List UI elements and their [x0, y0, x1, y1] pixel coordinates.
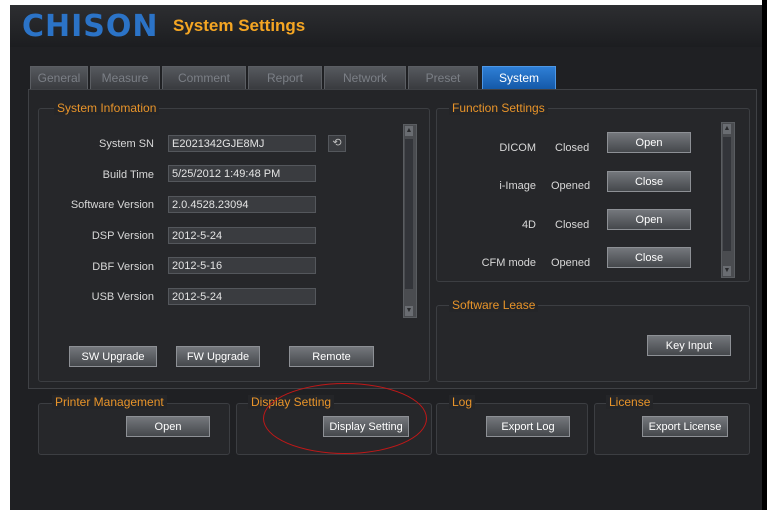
- cfm-mode-status: Opened: [551, 257, 591, 269]
- system-sn-value: E2021342GJE8MJ: [168, 135, 316, 152]
- system-info-scrollbar[interactable]: ▲ ▼: [403, 124, 417, 318]
- dbf-version-label: DBF Version: [92, 261, 154, 273]
- i-image-close-button[interactable]: Close: [607, 171, 691, 192]
- 4d-label: 4D: [521, 219, 536, 231]
- printer-management-title: Printer Management: [52, 395, 167, 409]
- tab-measure[interactable]: Measure: [90, 66, 160, 89]
- scroll-down-icon[interactable]: ▼: [723, 266, 731, 276]
- usb-version-value: 2012-5-24: [168, 288, 316, 305]
- printer-open-button[interactable]: Open: [126, 416, 210, 437]
- left-edge: [0, 0, 10, 510]
- dicom-status: Closed: [555, 142, 590, 154]
- refresh-icon[interactable]: ⟲: [328, 135, 346, 152]
- page-title: System Settings: [173, 16, 306, 35]
- sw-upgrade-button[interactable]: SW Upgrade: [69, 346, 157, 367]
- dsp-version-value: 2012-5-24: [168, 227, 316, 244]
- function-settings-group: [436, 108, 750, 282]
- cfm-mode-label: CFM mode: [481, 257, 536, 269]
- scroll-up-icon[interactable]: ▲: [405, 126, 413, 136]
- system-sn-label: System SN: [98, 138, 154, 150]
- build-time-label: Build Time: [102, 169, 154, 181]
- function-settings-title: Function Settings: [449, 101, 548, 115]
- tab-preset[interactable]: Preset: [408, 66, 478, 89]
- software-version-value: 2.0.4528.23094: [168, 196, 316, 213]
- scroll-thumb[interactable]: [405, 139, 413, 289]
- key-input-button[interactable]: Key Input: [647, 335, 731, 356]
- 4d-status: Closed: [555, 219, 590, 231]
- dicom-label: DICOM: [499, 142, 536, 154]
- software-lease-title: Software Lease: [449, 298, 539, 312]
- scroll-up-icon[interactable]: ▲: [723, 124, 731, 134]
- chison-logo: CHISON: [22, 9, 159, 44]
- highlight-annotation-ellipse: [263, 383, 427, 454]
- tab-comment[interactable]: Comment: [162, 66, 246, 89]
- header-bar: CHISON System Settings: [10, 5, 762, 47]
- scroll-thumb[interactable]: [723, 137, 731, 251]
- 4d-open-button[interactable]: Open: [607, 209, 691, 230]
- build-time-value: 5/25/2012 1:49:48 PM: [168, 165, 316, 182]
- system-information-title: System Infomation: [54, 101, 160, 115]
- tab-general[interactable]: General: [30, 66, 88, 89]
- i-image-label: i-Image: [499, 180, 536, 192]
- right-edge: [762, 0, 767, 510]
- cfm-mode-close-button[interactable]: Close: [607, 247, 691, 268]
- dsp-version-label: DSP Version: [91, 230, 154, 242]
- export-log-button[interactable]: Export Log: [486, 416, 570, 437]
- remote-button[interactable]: Remote: [289, 346, 374, 367]
- tab-system[interactable]: System: [482, 66, 556, 89]
- tab-report[interactable]: Report: [248, 66, 322, 89]
- screen: CHISON System Settings General Measure C…: [0, 0, 767, 510]
- i-image-status: Opened: [551, 180, 591, 192]
- license-title: License: [606, 395, 654, 409]
- scroll-down-icon[interactable]: ▼: [405, 306, 413, 316]
- usb-version-label: USB Version: [91, 291, 154, 303]
- tab-network[interactable]: Network: [324, 66, 406, 89]
- function-settings-scrollbar[interactable]: ▲ ▼: [721, 122, 735, 278]
- dicom-open-button[interactable]: Open: [607, 132, 691, 153]
- dbf-version-value: 2012-5-16: [168, 257, 316, 274]
- fw-upgrade-button[interactable]: FW Upgrade: [176, 346, 260, 367]
- log-title: Log: [449, 395, 476, 409]
- export-license-button[interactable]: Export License: [642, 416, 728, 437]
- software-version-label: Software Version: [70, 199, 154, 211]
